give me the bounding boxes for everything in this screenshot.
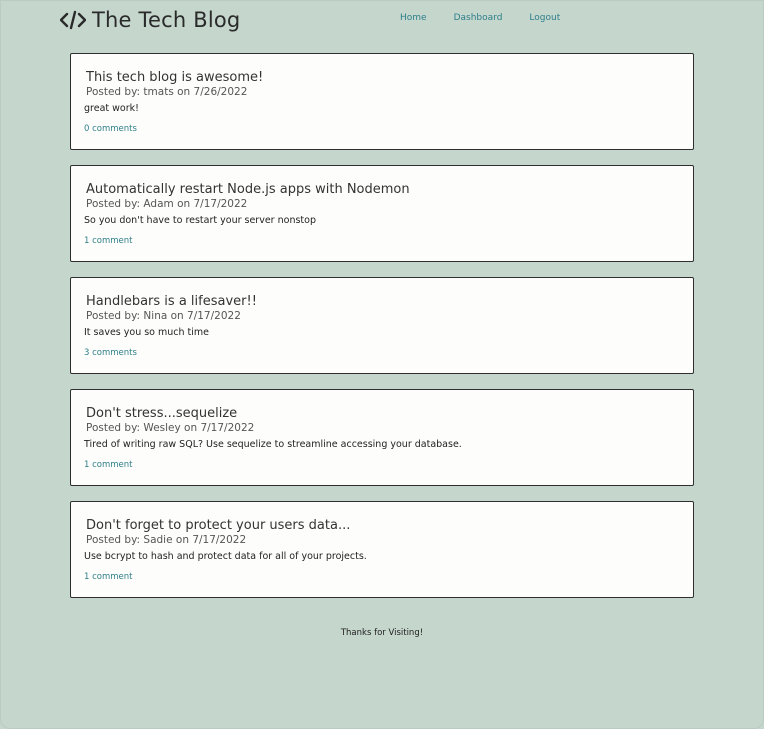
post-body: It saves you so much time [84,327,210,338]
nav-dashboard-link[interactable]: Dashboard [454,13,503,23]
post-comments-link[interactable]: 0 comments [84,124,137,134]
post-meta: Posted by: Sadie on 7/17/2022 [86,534,247,546]
post-title[interactable]: Don't stress...sequelize [86,406,680,421]
post-title[interactable]: Don't forget to protect your users data.… [86,518,680,533]
post-list: This tech blog is awesome! Posted by: tm… [70,53,694,613]
post-title[interactable]: Automatically restart Node.js apps with … [86,182,680,197]
post-meta: Posted by: Nina on 7/17/2022 [86,310,241,322]
nav-home-link[interactable]: Home [400,13,427,23]
brand[interactable]: The Tech Blog [60,8,240,32]
code-icon [60,10,86,30]
brand-title: The Tech Blog [92,8,241,32]
post-comments-link[interactable]: 1 comment [84,572,133,582]
post-meta: Posted by: Wesley on 7/17/2022 [86,422,255,434]
post-body: Use bcrypt to hash and protect data for … [84,551,367,562]
post-card[interactable]: Handlebars is a lifesaver!! Posted by: N… [70,277,694,374]
footer-text: Thanks for Visiting! [340,628,424,638]
post-comments-link[interactable]: 1 comment [84,236,133,246]
nav-logout-link[interactable]: Logout [529,13,560,23]
post-card[interactable]: Don't stress...sequelize Posted by: Wesl… [70,389,694,486]
post-meta: Posted by: tmats on 7/26/2022 [86,86,248,98]
post-comments-link[interactable]: 3 comments [84,348,137,358]
post-card[interactable]: Automatically restart Node.js apps with … [70,165,694,262]
post-title[interactable]: This tech blog is awesome! [86,70,680,85]
post-meta: Posted by: Adam on 7/17/2022 [86,198,248,210]
post-body: great work! [84,103,139,114]
post-body: So you don't have to restart your server… [84,215,316,226]
site-footer: Thanks for Visiting! [0,628,764,638]
post-title[interactable]: Handlebars is a lifesaver!! [86,294,680,309]
main-nav: Home Dashboard Logout [400,13,560,23]
post-card[interactable]: Don't forget to protect your users data.… [70,501,694,598]
post-body: Tired of writing raw SQL? Use sequelize … [84,439,462,450]
post-card[interactable]: This tech blog is awesome! Posted by: tm… [70,53,694,150]
site-header: The Tech Blog Home Dashboard Logout [60,6,764,38]
post-comments-link[interactable]: 1 comment [84,460,133,470]
